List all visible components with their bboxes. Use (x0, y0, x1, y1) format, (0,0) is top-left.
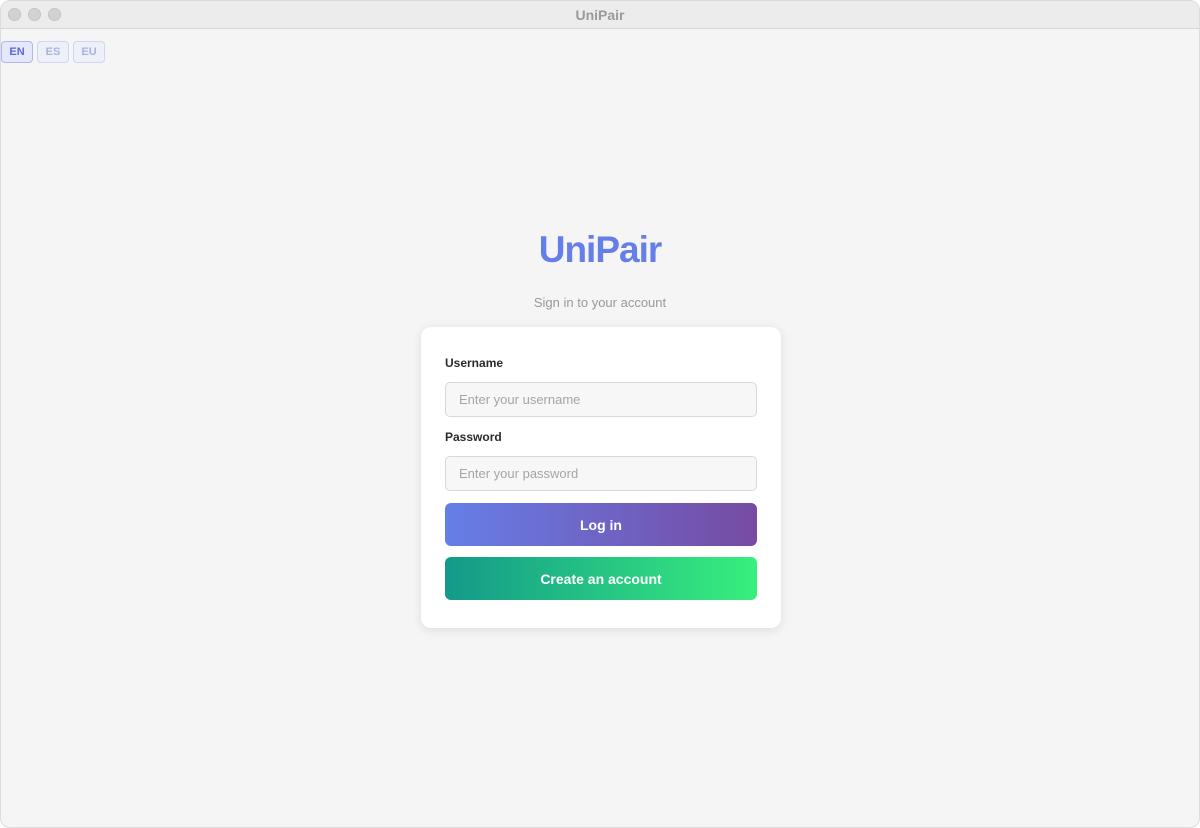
language-button-es[interactable]: ES (37, 41, 69, 63)
language-button-en[interactable]: EN (1, 41, 33, 63)
create-account-button[interactable]: Create an account (445, 557, 757, 600)
window-title: UniPair (575, 7, 625, 23)
page-subtitle: Sign in to your account (533, 295, 667, 310)
language-button-eu[interactable]: EU (73, 41, 105, 63)
password-input[interactable] (445, 456, 757, 491)
username-input[interactable] (445, 382, 757, 417)
password-label: Password (445, 430, 502, 444)
title-bar: UniPair (1, 1, 1199, 29)
username-label: Username (445, 356, 504, 370)
login-card: Username Password Log in Create an accou… (421, 327, 781, 628)
app-window: UniPair EN ES EU UniPair Sign in to your… (0, 0, 1200, 828)
language-switcher: EN ES EU (1, 41, 105, 63)
app-logo-title: UniPair (538, 229, 663, 270)
login-button[interactable]: Log in (445, 503, 757, 546)
